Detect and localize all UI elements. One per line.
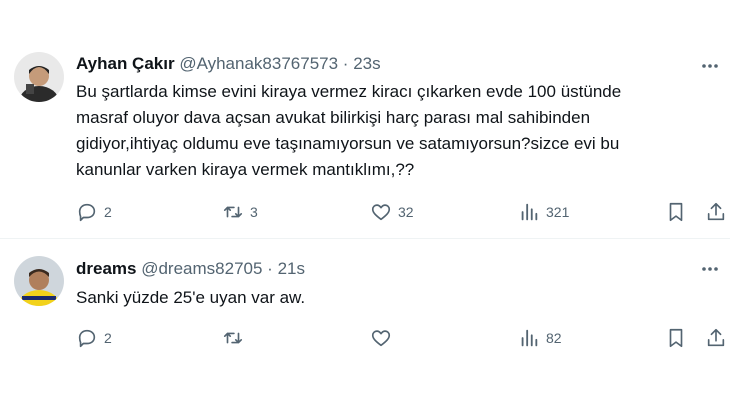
tweet[interactable]: Ayhan Çakır @Ayhanak83767573 · 23s Bu şa… xyxy=(0,0,730,238)
reply-count: 2 xyxy=(104,204,112,220)
share-button[interactable] xyxy=(705,201,727,223)
heart-icon xyxy=(371,204,391,221)
views-icon xyxy=(521,203,538,221)
views-button[interactable]: 321 xyxy=(518,201,569,223)
views-count: 82 xyxy=(546,330,562,346)
reply-icon xyxy=(78,203,96,222)
separator-dot: · xyxy=(267,259,273,278)
user-handle[interactable]: @Ayhanak83767573 xyxy=(179,54,338,73)
user-handle[interactable]: @dreams82705 xyxy=(141,259,262,278)
timestamp[interactable]: 23s xyxy=(353,54,380,73)
bookmark-button[interactable] xyxy=(665,201,687,223)
tweet-text: Bu şartlarda kimse evini kiraya vermez k… xyxy=(76,82,622,179)
retweet-button[interactable] xyxy=(222,327,250,349)
bookmark-icon xyxy=(669,328,683,348)
retweet-icon xyxy=(223,206,243,218)
tweet-header: dreams @dreams82705 · 21s xyxy=(76,259,305,279)
more-icon[interactable] xyxy=(700,56,720,76)
tweet-actions: 2 3 32 321 xyxy=(0,201,730,227)
display-name[interactable]: Ayhan Çakır xyxy=(76,54,175,73)
tweet[interactable]: dreams @dreams82705 · 21s Sanki yüzde 25… xyxy=(0,239,730,420)
like-button[interactable]: 32 xyxy=(370,201,414,223)
views-icon xyxy=(521,329,538,347)
timestamp[interactable]: 21s xyxy=(278,259,305,278)
share-button[interactable] xyxy=(705,327,727,349)
views-button[interactable]: 82 xyxy=(518,327,562,349)
reply-count: 2 xyxy=(104,330,112,346)
tweet-text: Sanki yüzde 25'e uyan var aw. xyxy=(76,288,306,307)
like-count: 32 xyxy=(398,204,414,220)
more-icon[interactable] xyxy=(700,259,720,279)
share-icon xyxy=(707,202,725,221)
bookmark-icon xyxy=(669,202,683,222)
heart-icon xyxy=(371,330,391,347)
like-button[interactable] xyxy=(370,327,398,349)
bookmark-button[interactable] xyxy=(665,327,687,349)
reply-button[interactable]: 2 xyxy=(76,201,112,223)
share-icon xyxy=(707,328,725,347)
retweet-count: 3 xyxy=(250,204,258,220)
reply-button[interactable]: 2 xyxy=(76,327,112,349)
display-name[interactable]: dreams xyxy=(76,259,136,278)
reply-icon xyxy=(78,329,96,348)
avatar[interactable] xyxy=(14,256,64,306)
tweet-header: Ayhan Çakır @Ayhanak83767573 · 23s xyxy=(76,54,381,74)
avatar[interactable] xyxy=(14,52,64,102)
separator-dot: · xyxy=(342,54,349,73)
views-count: 321 xyxy=(546,204,570,220)
retweet-button[interactable]: 3 xyxy=(222,201,258,223)
retweet-icon xyxy=(223,332,243,344)
tweet-actions: 2 82 xyxy=(0,327,730,353)
